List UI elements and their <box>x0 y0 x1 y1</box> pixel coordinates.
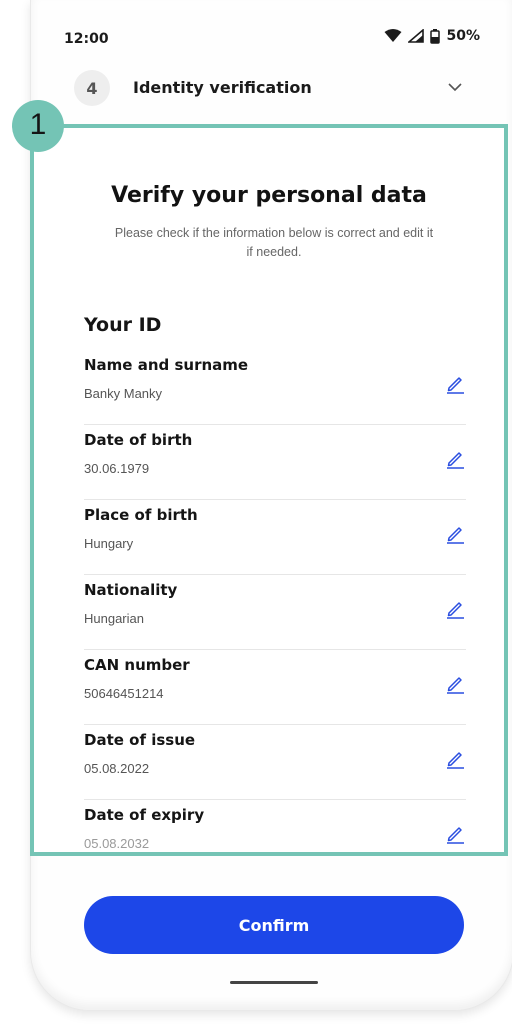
edit-pencil-icon[interactable] <box>444 447 466 469</box>
field-value: 50646451214 <box>84 686 164 701</box>
confirm-button[interactable]: Confirm <box>84 896 464 954</box>
field-label: Nationality <box>84 581 178 599</box>
field-row: Name and surname Banky Manky <box>84 350 466 425</box>
field-row: Date of issue 05.08.2022 <box>84 725 466 800</box>
page-subtitle: Please check if the information below is… <box>114 226 434 259</box>
field-row: Date of birth 30.06.1979 <box>84 425 466 500</box>
callout-badge: 1 <box>12 100 64 152</box>
field-value: 05.08.2022 <box>84 761 150 776</box>
edit-pencil-icon[interactable] <box>444 822 466 844</box>
field-value: Banky Manky <box>84 386 163 401</box>
field-label: Date of expiry <box>84 806 205 824</box>
status-time: 12:00 <box>64 31 109 47</box>
field-label: Date of issue <box>84 731 196 749</box>
field-value: Hungarian <box>84 611 144 626</box>
field-label: Date of birth <box>84 431 193 449</box>
field-row: CAN number 50646451214 <box>84 650 466 725</box>
field-row: Place of birth Hungary <box>84 500 466 575</box>
field-value: 30.06.1979 <box>84 461 150 476</box>
wifi-icon <box>384 29 402 42</box>
step-header[interactable]: 4 Identity verification <box>74 70 474 106</box>
battery-percent: 50% <box>446 28 480 44</box>
edit-pencil-icon[interactable] <box>444 522 466 544</box>
page-title: Verify your personal data <box>111 183 427 208</box>
home-indicator <box>230 981 318 984</box>
field-label: Name and surname <box>84 356 249 374</box>
field-value: 05.08.2032 <box>84 836 150 851</box>
status-bar: 12:00 50% <box>30 28 480 52</box>
field-label: Place of birth <box>84 506 198 524</box>
edit-pencil-icon[interactable] <box>444 372 466 394</box>
step-title: Identity verification <box>133 78 312 97</box>
step-number: 4 <box>74 70 110 106</box>
edit-pencil-icon[interactable] <box>444 747 466 769</box>
status-icons: 50% <box>384 28 480 44</box>
field-label: CAN number <box>84 656 190 674</box>
id-fields-list: Name and surname Banky Manky Date of bir… <box>84 350 466 852</box>
edit-pencil-icon[interactable] <box>444 672 466 694</box>
highlight-frame: Verify your personal data Please check i… <box>30 124 508 856</box>
section-title: Your ID <box>84 314 162 336</box>
field-value: Hungary <box>84 536 134 551</box>
battery-icon <box>430 28 441 44</box>
chevron-down-icon[interactable] <box>446 78 464 96</box>
edit-pencil-icon[interactable] <box>444 597 466 619</box>
field-row: Date of expiry 05.08.2032 <box>84 800 466 852</box>
field-row: Nationality Hungarian <box>84 575 466 650</box>
signal-icon <box>408 29 425 43</box>
